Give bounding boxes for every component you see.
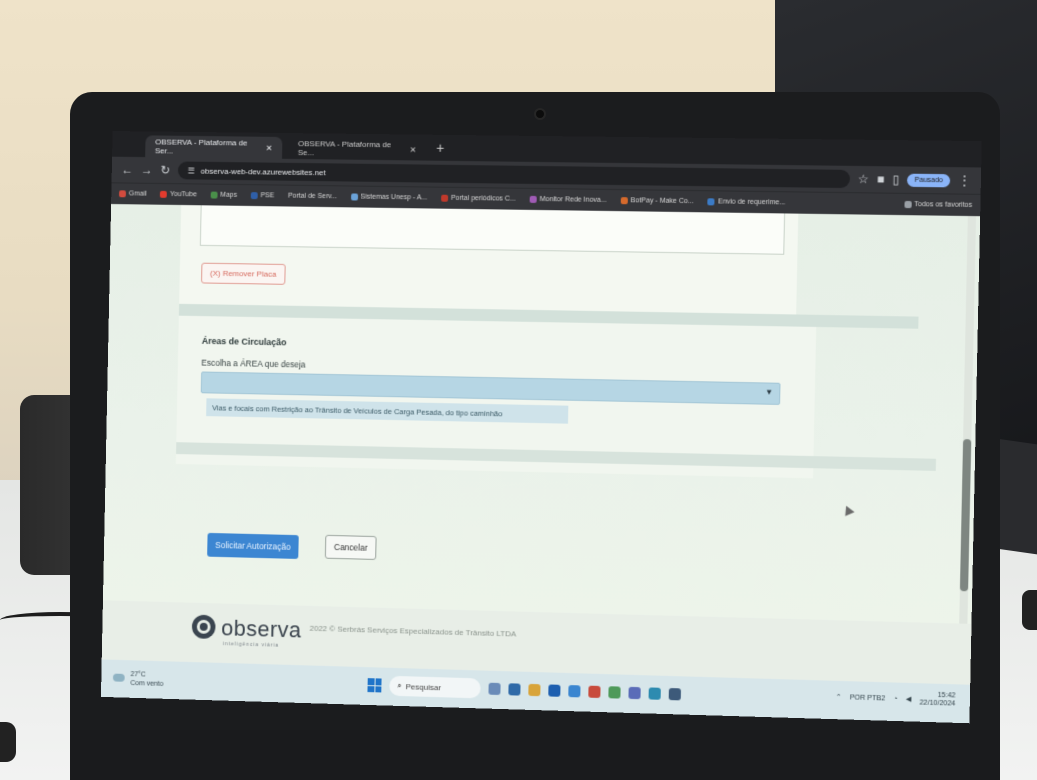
background-knob: [0, 722, 16, 762]
app-icon[interactable]: [648, 687, 661, 700]
profile-button[interactable]: Pausado: [907, 173, 951, 187]
bookmark-maps[interactable]: Maps: [210, 191, 238, 199]
chevron-up-icon[interactable]: ⌃: [836, 693, 842, 701]
browser-tab-active[interactable]: OBSERVA - Plataforma de Ser... ✕: [145, 135, 283, 159]
star-icon[interactable]: ☆: [858, 172, 869, 186]
areas-title: Áreas de Circulação: [201, 335, 287, 348]
word-icon[interactable]: [548, 684, 561, 697]
page-content: (X) Remover Placa Áreas de Circulação Es…: [102, 204, 981, 624]
url-text: observa-web-dev.azurewebsites.net: [200, 166, 326, 177]
bookmark-pse[interactable]: PSE: [250, 192, 275, 200]
site-info-icon[interactable]: ☰: [188, 166, 195, 175]
bookmark-label: Gmail: [128, 190, 147, 198]
weather-widget[interactable]: 27°C Com vento: [130, 670, 163, 689]
bookmark-label: PSE: [260, 192, 275, 200]
periodicos-icon: [440, 194, 449, 202]
bookmark-all[interactable]: Todos os favoritos: [904, 200, 973, 209]
folder-icon: [904, 200, 912, 209]
gmail-icon: [119, 190, 126, 198]
bookmark-label: Maps: [220, 191, 238, 199]
observa-logo-icon: [191, 614, 216, 639]
language-indicator[interactable]: POR PTB2: [850, 694, 885, 702]
bookmark-label: Portal de Serv...: [287, 192, 337, 201]
app-icon[interactable]: [588, 685, 601, 699]
cancel-button[interactable]: Cancelar: [324, 534, 377, 560]
menu-icon[interactable]: ⋮: [958, 173, 971, 187]
bookmark-label: Todos os favoritos: [914, 201, 973, 209]
system-tray: ⌃ POR PTB2 ◔ ◀ 15:42 22/10/2024: [836, 689, 956, 709]
bookmark-youtube[interactable]: YouTube: [160, 190, 197, 199]
observa-logo-text: observa: [221, 615, 302, 643]
envio-icon: [707, 198, 716, 206]
bookmark-label: Sistemas Unesp - A...: [360, 193, 428, 202]
tab-label: OBSERVA - Plataforma de Se...: [297, 139, 392, 158]
bookmark-label: Monitor Rede Inova...: [539, 196, 607, 204]
browser-tab[interactable]: OBSERVA - Plataforma de Se... ✕: [288, 137, 427, 161]
background-object: [1022, 590, 1037, 630]
bookmark-portal-periodicos[interactable]: Portal periódicos C...: [440, 194, 516, 203]
search-icon: ⌕: [397, 680, 402, 691]
bookmark-label: YouTube: [169, 191, 197, 199]
sidepanel-icon[interactable]: ▯: [892, 172, 899, 186]
bookmark-sistemas-unesp[interactable]: Sistemas Unesp - A...: [350, 193, 428, 202]
wifi-icon[interactable]: ◔: [893, 695, 897, 702]
reload-icon[interactable]: ↻: [160, 163, 170, 177]
bookmark-label: Envio de requerime...: [717, 198, 786, 207]
app-icon[interactable]: [608, 686, 621, 699]
weather-desc: Com vento: [130, 680, 164, 688]
area-select-label: Escolha a ÁREA que deseja: [201, 357, 306, 370]
remove-plate-button[interactable]: (X) Remover Placa: [201, 262, 286, 285]
weather-icon: [112, 673, 125, 682]
webcam: [536, 110, 544, 118]
taskbar-apps: ⌕ Pesquisar: [367, 675, 681, 704]
youtube-icon: [160, 190, 168, 198]
search-label: Pesquisar: [405, 681, 442, 692]
bookmark-label: Portal periódicos C...: [450, 194, 516, 203]
request-authorization-button[interactable]: Solicitar Autorização: [207, 532, 299, 559]
botpay-icon: [620, 197, 628, 205]
monitor-icon: [529, 195, 537, 203]
windows-start-icon[interactable]: [367, 678, 382, 693]
pse-icon: [250, 192, 258, 200]
laptop-screen: OBSERVA - Plataforma de Ser... ✕ OBSERVA…: [100, 131, 982, 724]
observa-logo-tagline: inteligência viária: [222, 641, 280, 649]
taskbar-search[interactable]: ⌕ Pesquisar: [389, 675, 481, 699]
new-tab-icon[interactable]: +: [436, 140, 444, 156]
edge-icon[interactable]: [508, 683, 521, 696]
forward-icon[interactable]: →: [141, 163, 153, 177]
chevron-down-icon: ▼: [765, 387, 774, 397]
bookmark-botpay[interactable]: BotPay - Make Co...: [620, 197, 694, 206]
laptop-chin: [70, 730, 1000, 780]
maps-icon: [210, 191, 218, 199]
scrollbar-thumb[interactable]: [959, 439, 972, 592]
explorer-icon[interactable]: [528, 683, 541, 697]
bookmark-monitor-rede[interactable]: Monitor Rede Inova...: [529, 195, 607, 204]
volume-icon[interactable]: ◀: [906, 695, 912, 703]
widgets-icon[interactable]: [488, 682, 501, 696]
clock-date: 22/10/2024: [919, 699, 956, 708]
back-icon[interactable]: ←: [121, 163, 133, 177]
bookmark-portal-servidor[interactable]: Portal de Serv...: [288, 193, 337, 201]
clock[interactable]: 15:42 22/10/2024: [919, 691, 955, 708]
unesp-icon: [350, 193, 358, 201]
close-icon[interactable]: ✕: [266, 143, 273, 152]
chrome-icon[interactable]: [568, 685, 581, 698]
tab-label: OBSERVA - Plataforma de Ser...: [154, 137, 248, 156]
bookmark-envio[interactable]: Envio de requerime...: [707, 198, 786, 207]
app-icon[interactable]: [668, 688, 681, 701]
close-icon[interactable]: ✕: [410, 145, 417, 154]
app-icon[interactable]: [628, 686, 641, 700]
bookmark-gmail[interactable]: Gmail: [119, 190, 147, 198]
copyright-text: 2022 © Serbrás Serviços Especializados d…: [309, 623, 517, 639]
extension-icon[interactable]: ■: [877, 172, 885, 186]
bookmark-label: BotPay - Make Co...: [630, 197, 694, 206]
